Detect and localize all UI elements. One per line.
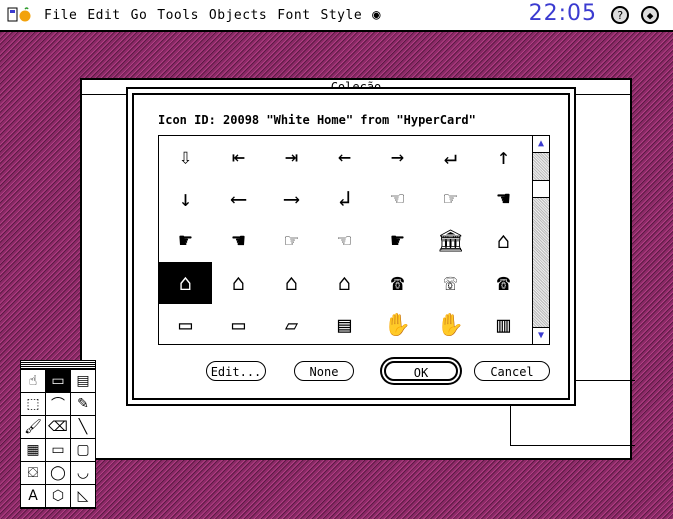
menu-objects[interactable]: Objects xyxy=(209,8,267,23)
icon-id-heading: Icon ID: 20098 "White Home" from "HyperC… xyxy=(158,113,476,127)
edit-button[interactable]: Edit... xyxy=(206,361,266,381)
white-home-icon[interactable]: ⌂ xyxy=(159,262,212,304)
building-icon[interactable]: 🏛 xyxy=(424,220,477,262)
menu-go[interactable]: Go xyxy=(131,8,148,23)
field-tool-icon[interactable]: ▤ xyxy=(71,370,96,393)
menu-edit[interactable]: Edit xyxy=(87,8,120,23)
apple-menu-icon[interactable] xyxy=(6,5,34,25)
hand-point-left-small-icon[interactable]: ☜ xyxy=(371,178,424,220)
application-menu-icon[interactable]: ◆ xyxy=(641,6,659,24)
select-icon[interactable]: ⬚ xyxy=(21,393,46,416)
menu-bar: File Edit Go Tools Objects Font Style ◉ … xyxy=(0,0,673,32)
hand-point-left-icon[interactable]: ☚ xyxy=(477,178,530,220)
none-button[interactable]: None xyxy=(294,361,354,381)
arrow-right-bar-outline-icon[interactable]: ⇥ xyxy=(265,136,318,178)
ok-button[interactable]: OK xyxy=(384,361,458,381)
hand-card-outline-icon[interactable]: ✋ xyxy=(424,304,477,344)
hand-point-right-medium-icon[interactable]: ☞ xyxy=(265,220,318,262)
telephone-icon[interactable]: ☎ xyxy=(371,262,424,304)
rounded-rectangle-icon[interactable]: ▢ xyxy=(71,439,96,462)
todo-card-icon[interactable]: ▤ xyxy=(318,304,371,344)
arrow-left-icon[interactable]: ← xyxy=(318,136,371,178)
telephone-outline-icon[interactable]: ☏ xyxy=(424,262,477,304)
return-arrow-long-icon[interactable]: ↲ xyxy=(318,178,371,220)
scroll-up-arrow-icon[interactable]: ▲ xyxy=(533,136,549,153)
arrow-left-bar-outline-icon[interactable]: ⇤ xyxy=(212,136,265,178)
spray-can-icon[interactable]: ▦ xyxy=(21,439,46,462)
menu-style[interactable]: Style xyxy=(321,8,363,23)
menu-tools[interactable]: Tools xyxy=(157,8,199,23)
tiny-home-icon[interactable]: ⌂ xyxy=(318,262,371,304)
cancel-button[interactable]: Cancel xyxy=(474,361,550,381)
regular-polygon-icon[interactable]: ⬡ xyxy=(46,485,71,508)
arrow-down-outline-icon[interactable]: ⇩ xyxy=(159,136,212,178)
icon-grid: ⇩ ⇤ ⇥ ← → ↵ ↑ ↓ ⟵ ⟶ ↲ ☜ ☞ ☚ ☛ ☚ ☞ ☜ ☛ 🏛 ⌂ ⌂ ⌂ ⌂ ⌂ ☎ ☏ ☎ ▭ ▭ ▱ ▤ ✋ ✋ ▥ xyxy=(159,136,531,344)
card-rings-icon[interactable]: ▭ xyxy=(212,304,265,344)
scroll-down-arrow-icon[interactable]: ▼ xyxy=(533,327,549,344)
polygon-icon[interactable]: ◺ xyxy=(71,485,96,508)
eraser-icon[interactable]: ⌫ xyxy=(46,416,71,439)
brush-icon[interactable]: 🖌 xyxy=(21,416,46,439)
oval-icon[interactable]: ◯ xyxy=(46,462,71,485)
arrow-down-icon[interactable]: ↓ xyxy=(159,178,212,220)
menubar-clock[interactable]: 22:05 xyxy=(529,0,597,28)
help-icon[interactable]: ? xyxy=(611,6,629,24)
return-arrow-icon[interactable]: ↵ xyxy=(424,136,477,178)
telephone-small-icon[interactable]: ☎ xyxy=(477,262,530,304)
hand-point-left-xl-icon[interactable]: ☜ xyxy=(318,220,371,262)
tool-grid: ☝ ▭ ▤ ⬚ ⌒ ✎ 🖌 ⌫ ╲ ▦ ▭ ▢ ⛋ ◯ ◡ A ⬡ ◺ xyxy=(21,370,96,508)
scroll-thumb[interactable] xyxy=(533,180,549,198)
style-menu-icon[interactable]: ◉ xyxy=(372,7,381,23)
address-book-icon[interactable]: ▥ xyxy=(477,304,530,344)
menu-file[interactable]: File xyxy=(44,8,77,23)
menu-font[interactable]: Font xyxy=(277,8,310,23)
house-outline-icon[interactable]: ⌂ xyxy=(265,262,318,304)
arrow-right-long-icon[interactable]: ⟶ xyxy=(265,178,318,220)
browse-hand-icon[interactable]: ☝ xyxy=(21,370,46,393)
arrow-right-icon[interactable]: → xyxy=(371,136,424,178)
rectangle-icon[interactable]: ▭ xyxy=(46,439,71,462)
small-home-icon[interactable]: ⌂ xyxy=(212,262,265,304)
home-icon[interactable]: ⌂ xyxy=(477,220,530,262)
hand-card-icon[interactable]: ✋ xyxy=(371,304,424,344)
text-icon[interactable]: A xyxy=(21,485,46,508)
icon-list-scrollbar[interactable]: ▲ ▼ xyxy=(532,136,549,344)
tools-palette: ☝ ▭ ▤ ⬚ ⌒ ✎ 🖌 ⌫ ╲ ▦ ▭ ▢ ⛋ ◯ ◡ A ⬡ ◺ xyxy=(20,360,96,509)
palette-title-bar[interactable] xyxy=(21,361,95,370)
curve-icon[interactable]: ◡ xyxy=(71,462,96,485)
card-stack-icon[interactable]: ▱ xyxy=(265,304,318,344)
hand-point-right-small-icon[interactable]: ☞ xyxy=(424,178,477,220)
button-tool-icon[interactable]: ▭ xyxy=(46,370,71,393)
arrow-left-long-icon[interactable]: ⟵ xyxy=(212,178,265,220)
pencil-icon[interactable]: ✎ xyxy=(71,393,96,416)
lasso-icon[interactable]: ⌒ xyxy=(46,393,71,416)
icon-picker-dialog: Icon ID: 20098 "White Home" from "HyperC… xyxy=(132,93,570,400)
icon-list: ⇩ ⇤ ⇥ ← → ↵ ↑ ↓ ⟵ ⟶ ↲ ☜ ☞ ☚ ☛ ☚ ☞ ☜ ☛ 🏛 ⌂ ⌂ ⌂ ⌂ ⌂ ☎ ☏ ☎ ▭ ▭ ▱ ▤ ✋ ✋ ▥ ▲ ▼ xyxy=(158,135,550,345)
paint-bucket-icon[interactable]: ⛋ xyxy=(21,462,46,485)
card-icon[interactable]: ▭ xyxy=(159,304,212,344)
arrow-up-icon[interactable]: ↑ xyxy=(477,136,530,178)
line-icon[interactable]: ╲ xyxy=(71,416,96,439)
hand-point-right-large-icon[interactable]: ☛ xyxy=(371,220,424,262)
hand-point-right-icon[interactable]: ☛ xyxy=(159,220,212,262)
hand-point-left-large-icon[interactable]: ☚ xyxy=(212,220,265,262)
